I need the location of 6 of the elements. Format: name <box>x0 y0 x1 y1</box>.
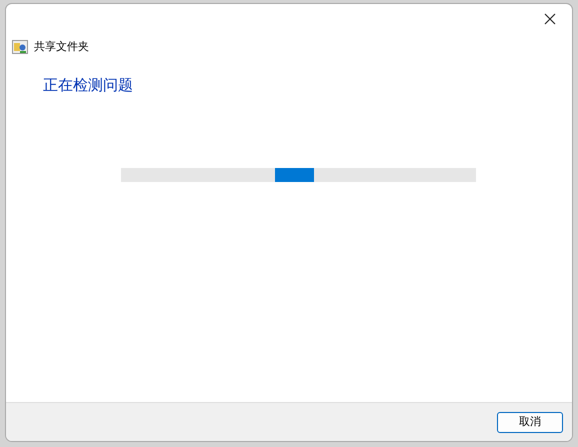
marquee-chunk <box>275 168 314 182</box>
status-heading: 正在检测问题 <box>42 74 134 94</box>
cancel-button[interactable]: 取消 <box>497 412 563 432</box>
folder-network-icon <box>12 40 28 54</box>
close-icon <box>544 13 556 25</box>
window-title: 共享文件夹 <box>34 39 89 55</box>
